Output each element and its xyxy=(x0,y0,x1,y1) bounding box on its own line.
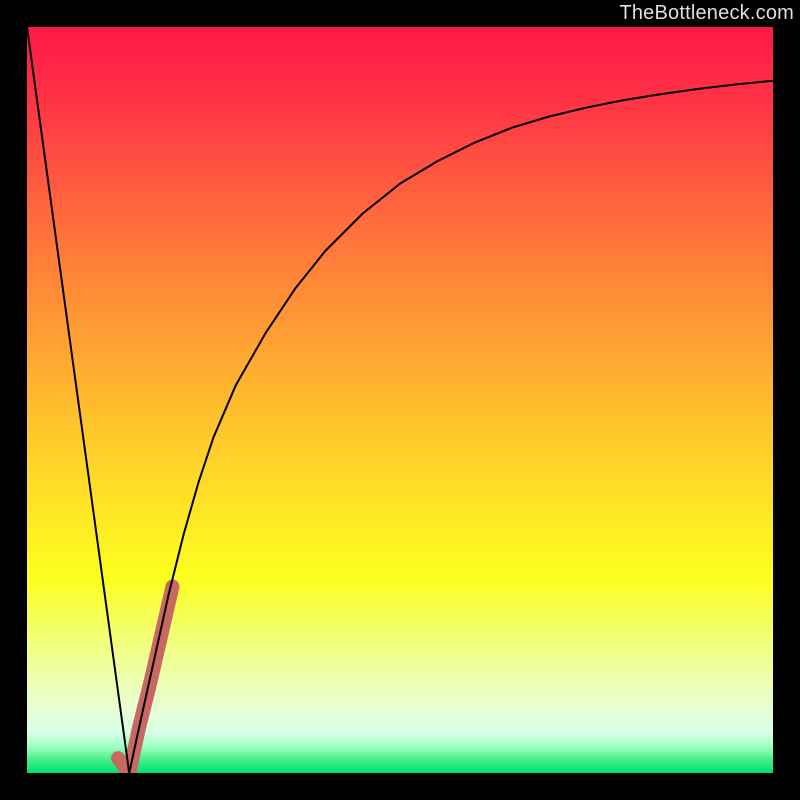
plot-frame xyxy=(27,27,773,773)
chart-container: TheBottleneck.com xyxy=(0,0,800,800)
plot-background xyxy=(27,27,773,773)
plot-svg xyxy=(27,27,773,773)
watermark-text: TheBottleneck.com xyxy=(619,2,794,25)
